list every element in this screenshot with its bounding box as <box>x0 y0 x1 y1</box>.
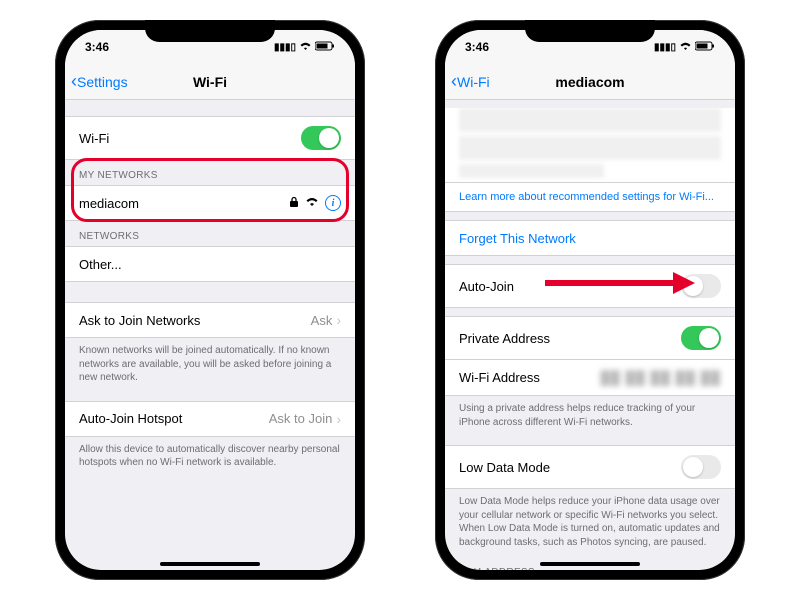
ask-join-footer: Known networks will be joined automatica… <box>65 338 355 393</box>
low-data-footer: Low Data Mode helps reduce your iPhone d… <box>445 489 735 557</box>
battery-icon <box>695 41 715 54</box>
screen: 3:46 ▮▮▮▯ ‹ Settings Wi-Fi Wi-Fi <box>65 30 355 570</box>
other-label: Other... <box>79 257 122 272</box>
low-data-toggle[interactable] <box>681 455 721 479</box>
back-label: Wi-Fi <box>457 74 490 90</box>
auto-hotspot-value: Ask to Join <box>269 411 333 426</box>
private-address-footer: Using a private address helps reduce tra… <box>445 396 735 437</box>
wifi-icon <box>679 41 692 54</box>
notch <box>145 20 275 42</box>
private-address-row[interactable]: Private Address <box>445 316 735 360</box>
content: Wi-Fi MY NETWORKS mediacom <box>65 100 355 570</box>
auto-join-row[interactable]: Auto-Join <box>445 264 735 308</box>
redacted-row <box>445 108 735 183</box>
lock-icon <box>289 196 299 211</box>
auto-hotspot-footer: Allow this device to automatically disco… <box>65 437 355 478</box>
phone-right: 3:46 ▮▮▮▯ ‹ Wi-Fi mediacom <box>435 20 745 580</box>
wifi-label: Wi-Fi <box>79 131 109 146</box>
ask-join-label: Ask to Join Networks <box>79 313 200 328</box>
auto-join-label: Auto-Join <box>459 279 514 294</box>
phone-left: 3:46 ▮▮▮▯ ‹ Settings Wi-Fi Wi-Fi <box>55 20 365 580</box>
wifi-address-value: ██ ██ ██ ██ ██ <box>600 370 721 385</box>
private-address-toggle[interactable] <box>681 326 721 350</box>
low-data-mode-row[interactable]: Low Data Mode <box>445 445 735 489</box>
auto-join-toggle[interactable] <box>681 274 721 298</box>
wifi-signal-icon <box>305 196 319 210</box>
status-icons: ▮▮▮▯ <box>274 41 335 54</box>
back-button[interactable]: ‹ Wi-Fi <box>445 71 490 92</box>
home-indicator[interactable] <box>160 562 260 566</box>
wifi-address-row: Wi-Fi Address ██ ██ ██ ██ ██ <box>445 360 735 396</box>
ask-join-value: Ask <box>311 313 333 328</box>
signal-icon: ▮▮▮▯ <box>654 42 676 53</box>
status-time: 3:46 <box>85 40 109 54</box>
screen: 3:46 ▮▮▮▯ ‹ Wi-Fi mediacom <box>445 30 735 570</box>
status-icons: ▮▮▮▯ <box>654 41 715 54</box>
wifi-icon <box>299 41 312 54</box>
chevron-right-icon: › <box>336 312 341 328</box>
networks-header: NETWORKS <box>65 221 355 246</box>
nav-title: Wi-Fi <box>193 74 227 90</box>
chevron-right-icon: › <box>336 411 341 427</box>
battery-icon <box>315 41 335 54</box>
wifi-address-label: Wi-Fi Address <box>459 370 540 385</box>
learn-more-link[interactable]: Learn more about recommended settings fo… <box>445 183 735 212</box>
back-label: Settings <box>77 74 128 90</box>
info-icon[interactable]: i <box>325 195 341 211</box>
wifi-toggle[interactable] <box>301 126 341 150</box>
network-row-mediacom[interactable]: mediacom i <box>65 185 355 221</box>
my-networks-header: MY NETWORKS <box>65 160 355 185</box>
navbar: ‹ Settings Wi-Fi <box>65 64 355 100</box>
back-button[interactable]: ‹ Settings <box>65 71 128 92</box>
forget-label: Forget This Network <box>459 231 576 246</box>
content: Learn more about recommended settings fo… <box>445 100 735 570</box>
wifi-toggle-row[interactable]: Wi-Fi <box>65 116 355 160</box>
low-data-label: Low Data Mode <box>459 460 550 475</box>
status-time: 3:46 <box>465 40 489 54</box>
auto-join-hotspot-row[interactable]: Auto-Join Hotspot Ask to Join › <box>65 401 355 437</box>
auto-hotspot-label: Auto-Join Hotspot <box>79 411 182 426</box>
private-address-label: Private Address <box>459 331 550 346</box>
network-icons: i <box>289 195 341 211</box>
network-name: mediacom <box>79 196 139 211</box>
notch <box>525 20 655 42</box>
nav-title: mediacom <box>555 74 624 90</box>
home-indicator[interactable] <box>540 562 640 566</box>
forget-network-row[interactable]: Forget This Network <box>445 220 735 256</box>
other-network-row[interactable]: Other... <box>65 246 355 282</box>
ask-to-join-row[interactable]: Ask to Join Networks Ask › <box>65 302 355 338</box>
navbar: ‹ Wi-Fi mediacom <box>445 64 735 100</box>
signal-icon: ▮▮▮▯ <box>274 42 296 53</box>
